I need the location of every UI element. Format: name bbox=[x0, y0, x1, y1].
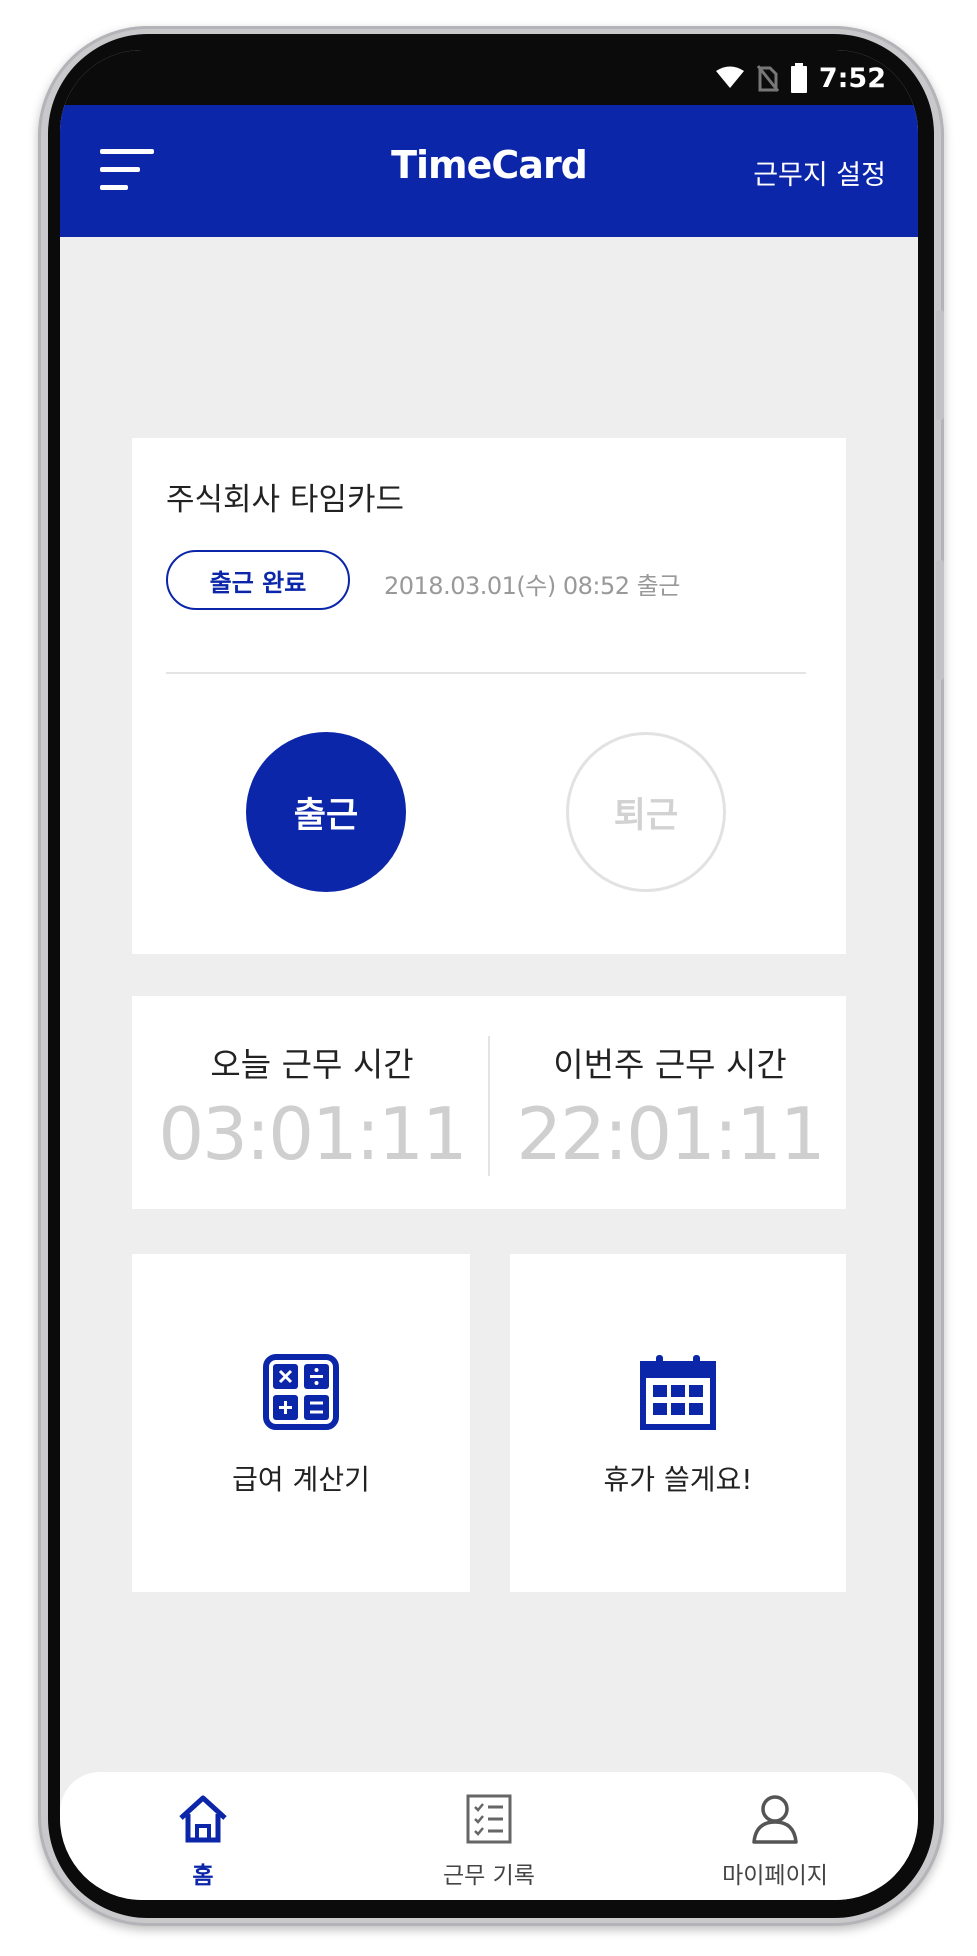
check-in-button[interactable]: 출근 bbox=[246, 732, 406, 892]
week-work-time-value: 22:01:11 bbox=[516, 1092, 825, 1176]
check-out-button[interactable]: 퇴근 bbox=[566, 732, 726, 892]
checkin-time: 2018.03.01(수) 08:52 출근 bbox=[384, 572, 680, 600]
status-badge: 출근 완료 bbox=[166, 550, 350, 610]
company-name: 주식회사 타임카드 bbox=[166, 482, 405, 518]
status-time: 7:52 bbox=[818, 62, 886, 94]
nav-mypage[interactable]: 마이페이지 bbox=[632, 1772, 918, 1900]
calculator-icon bbox=[263, 1354, 339, 1430]
power-button bbox=[936, 560, 944, 680]
vacation-tile[interactable]: 휴가 쓸게요! bbox=[510, 1254, 846, 1592]
status-icons: 7:52 bbox=[715, 60, 886, 96]
no-sim-icon bbox=[756, 65, 779, 92]
today-work-time-value: 03:01:11 bbox=[158, 1092, 467, 1176]
vacation-label: 휴가 쓸게요! bbox=[603, 1463, 753, 1496]
nav-work-record-label: 근무 기록 bbox=[443, 1863, 535, 1889]
nav-home-label: 홈 bbox=[192, 1863, 214, 1889]
app-bar: TimeCard 근무지 설정 bbox=[60, 105, 918, 237]
salary-calculator-label: 급여 계산기 bbox=[232, 1463, 370, 1496]
week-work-time: 이번주 근무 시간 22:01:11 bbox=[490, 996, 850, 1209]
nav-home[interactable]: 홈 bbox=[60, 1772, 346, 1900]
volume-button bbox=[936, 310, 944, 420]
screen: 7:52 TimeCard 근무지 설정 주식회사 타임카드 출근 완료 201… bbox=[60, 50, 918, 1900]
battery-icon bbox=[790, 63, 807, 93]
today-work-time-label: 오늘 근무 시간 bbox=[210, 1045, 414, 1084]
nav-work-record[interactable]: 근무 기록 bbox=[346, 1772, 632, 1900]
wifi-icon bbox=[715, 66, 744, 88]
checklist-icon bbox=[466, 1794, 512, 1844]
attendance-card: 주식회사 타임카드 출근 완료 2018.03.01(수) 08:52 출근 출… bbox=[132, 438, 846, 954]
person-icon bbox=[752, 1795, 798, 1844]
salary-calculator-tile[interactable]: 급여 계산기 bbox=[132, 1254, 470, 1592]
nav-mypage-label: 마이페이지 bbox=[722, 1863, 828, 1889]
status-bar: 7:52 bbox=[60, 50, 918, 105]
week-work-time-label: 이번주 근무 시간 bbox=[553, 1045, 787, 1084]
bottom-nav: 홈 근무 기록 마이페이지 bbox=[60, 1772, 918, 1900]
workplace-setting-button[interactable]: 근무지 설정 bbox=[753, 153, 886, 192]
home-icon bbox=[179, 1795, 227, 1843]
today-work-time: 오늘 근무 시간 03:01:11 bbox=[132, 996, 492, 1209]
work-time-card: 오늘 근무 시간 03:01:11 이번주 근무 시간 22:01:11 bbox=[132, 996, 846, 1209]
divider bbox=[166, 672, 806, 674]
calendar-icon bbox=[640, 1355, 716, 1430]
